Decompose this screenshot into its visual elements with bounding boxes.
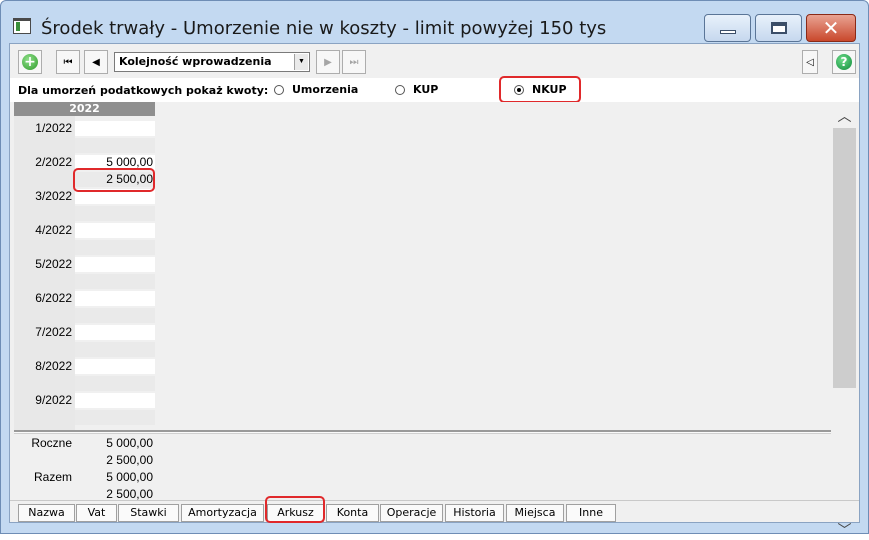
grid-cell[interactable] [75,138,155,153]
add-icon: + [22,54,38,70]
client-area: + ⏮ ◀ Kolejność wprowadzenia ▼ ▶ ⏭ ◁ ? D… [9,43,860,539]
grid-cell[interactable] [75,121,155,136]
period-label: 3/2022 [35,189,72,203]
tab-stawki[interactable]: Stawki [118,504,179,522]
window-app-icon [13,18,31,34]
tab-historia[interactable]: Historia [445,504,504,522]
tab-operacje[interactable]: Operacje [380,504,443,522]
grid-cell[interactable] [75,206,155,221]
next-record-button[interactable]: ▶ [316,50,340,74]
year-header: 2022 [14,102,155,116]
panel-toggle-icon: ◁ [806,56,814,68]
summary-value: 5 000,00 [106,436,153,450]
summary-value: 5 000,00 [106,470,153,484]
options-label: Dla umorzeń podatkowych pokaż kwoty: [18,84,269,97]
vertical-scrollbar[interactable]: ︿ ﹀ [832,102,857,539]
grid-cell[interactable] [75,274,155,289]
radio-umorzenia-label: Umorzenia [292,83,359,96]
summary-value: 2 500,00 [106,453,153,467]
grid-cell[interactable] [75,359,155,374]
help-icon: ? [836,54,852,70]
close-icon: ✕ [822,16,840,40]
help-button[interactable]: ? [832,50,856,74]
grid-cell[interactable] [75,342,155,357]
minimize-button[interactable] [704,14,751,42]
chevron-down-icon[interactable]: ▼ [294,54,308,70]
last-icon: ⏭ [349,56,359,68]
toolbar: + ⏮ ◀ Kolejność wprowadzenia ▼ ▶ ⏭ ◁ ? [10,44,859,78]
depreciation-grid: 2022 1/2022 2/2022 5 000,00 2 500,00 3/2… [14,102,831,430]
close-button[interactable]: ✕ [806,14,856,42]
grid-cell[interactable] [75,376,155,391]
grid-cell[interactable] [75,393,155,408]
summary-label-annual: Roczne [31,436,72,450]
tab-miejsca[interactable]: Miejsca [506,504,564,522]
radio-kup[interactable]: KUP [395,83,438,96]
scroll-down-icon[interactable]: ﹀ [832,520,857,539]
tab-inne[interactable]: Inne [566,504,616,522]
highlight-tab-arkusz [265,496,325,523]
period-label: 5/2022 [35,257,72,271]
highlight-nkup [499,76,581,103]
tab-vat[interactable]: Vat [76,504,117,522]
sort-order-select[interactable]: Kolejność wprowadzenia ▼ [114,52,310,72]
add-button[interactable]: + [18,50,42,74]
period-label: 6/2022 [35,291,72,305]
tab-konta[interactable]: Konta [326,504,379,522]
radio-umorzenia[interactable]: Umorzenia [274,83,358,96]
grid-cell[interactable] [75,410,155,425]
maximize-button[interactable] [755,14,802,42]
period-label: 7/2022 [35,325,72,339]
previous-record-button[interactable]: ◀ [84,50,108,74]
app-window: Środek trwały - Umorzenie nie w koszty -… [0,0,869,539]
grid-cell[interactable] [75,257,155,272]
highlight-nkup-value [73,168,155,192]
title-bar: Środek trwały - Umorzenie nie w koszty -… [1,1,868,43]
last-record-button[interactable]: ⏭ [342,50,366,74]
tab-nazwa[interactable]: Nazwa [18,504,75,522]
scrollbar-thumb[interactable] [833,128,856,388]
first-icon: ⏮ [63,56,73,68]
period-label: 8/2022 [35,359,72,373]
side-panel-button[interactable]: ◁ [802,50,818,74]
grid-cell[interactable] [75,240,155,255]
scroll-up-icon[interactable]: ︿ [832,106,857,125]
radio-umorzenia-indicator[interactable] [274,84,284,95]
grid-cell[interactable] [75,325,155,340]
summary-panel: Roczne 5 000,00 2 500,00 Razem 5 000,00 … [14,434,831,501]
grid-cell[interactable] [75,291,155,306]
period-label: 2/2022 [35,155,72,169]
period-label: 9/2022 [35,393,72,407]
maximize-icon [770,22,787,34]
grid-cell[interactable] [75,308,155,323]
period-label: 1/2022 [35,121,72,135]
minimize-icon [719,30,736,34]
window-title: Środek trwały - Umorzenie nie w koszty -… [41,18,607,39]
period-label: 4/2022 [35,223,72,237]
previous-icon: ◀ [92,56,100,68]
next-icon: ▶ [324,56,332,68]
tab-amortyzacja[interactable]: Amortyzacja [181,504,264,522]
summary-label-total: Razem [33,470,72,484]
first-record-button[interactable]: ⏮ [56,50,80,74]
sort-order-value: Kolejność wprowadzenia [119,55,272,68]
amount-options-row: Dla umorzeń podatkowych pokaż kwoty: Umo… [10,76,859,103]
radio-kup-indicator[interactable] [395,84,405,95]
radio-kup-label: KUP [413,83,439,96]
grid-cell[interactable] [75,223,155,238]
tab-bar: Nazwa Vat Stawki Amortyzacja Arkusz Kont… [10,496,859,523]
